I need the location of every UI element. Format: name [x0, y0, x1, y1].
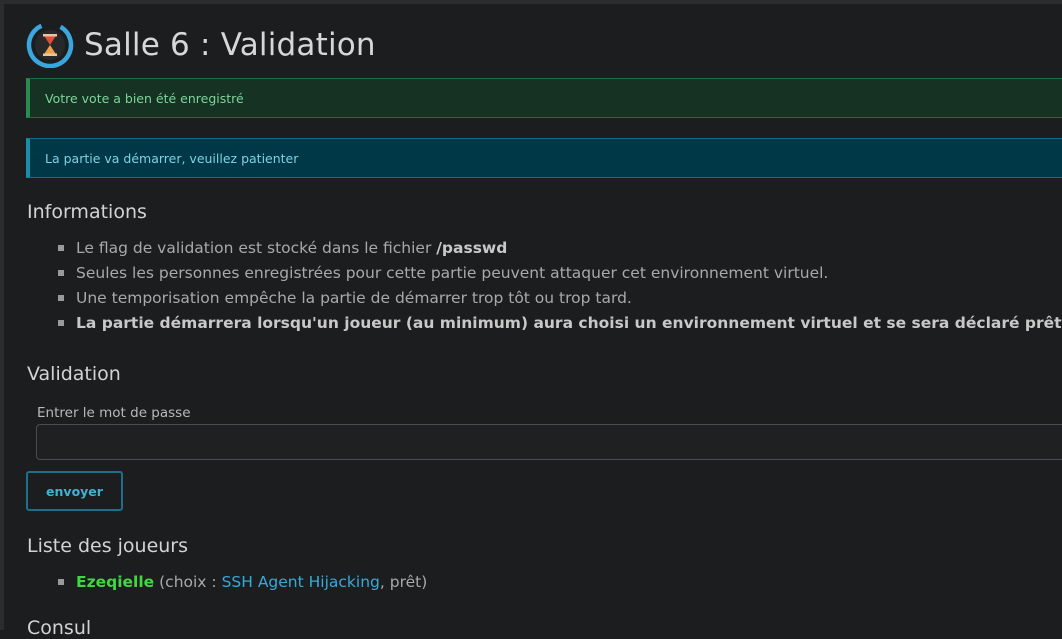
bullet-icon	[58, 579, 64, 585]
player-name: Ezeqielle	[76, 573, 155, 591]
hourglass-timer-icon	[26, 22, 74, 68]
page-title: Salle 6 : Validation	[84, 27, 376, 63]
players-heading: Liste des joueurs	[27, 535, 189, 557]
list-item: Le flag de validation est stocké dans le…	[58, 238, 1062, 263]
bullet-icon	[58, 295, 64, 301]
list-item-text: Le flag de validation est stocké dans le…	[76, 239, 437, 257]
list-item-text: Seules les personnes enregistrées pour c…	[76, 264, 829, 282]
list-item: Seules les personnes enregistrées pour c…	[58, 263, 1062, 288]
player-status: , prêt)	[379, 573, 428, 591]
submit-button[interactable]: envoyer	[26, 471, 123, 511]
player-choice-prefix: (choix :	[159, 573, 222, 591]
environment-link[interactable]: SSH Agent Hijacking	[222, 573, 380, 591]
next-section-heading: Consul	[27, 617, 92, 639]
informations-heading: Informations	[27, 201, 147, 223]
bullet-icon	[58, 320, 64, 326]
page-header: Salle 6 : Validation	[26, 22, 376, 68]
list-item: La partie démarrera lorsqu'un joueur (au…	[58, 313, 1062, 338]
password-label: Entrer le mot de passe	[37, 405, 191, 421]
player-list-item: Ezeqielle (choix : SSH Agent Hijacking, …	[58, 572, 427, 592]
list-item: Une temporisation empêche la partie de d…	[58, 288, 1062, 313]
game-starting-info-alert: La partie va démarrer, veuillez patiente…	[26, 138, 1062, 178]
players-list: Ezeqielle (choix : SSH Agent Hijacking, …	[58, 572, 427, 592]
validation-heading: Validation	[27, 363, 121, 385]
informations-list: Le flag de validation est stocké dans le…	[58, 238, 1062, 338]
bullet-icon	[58, 245, 64, 251]
vote-success-alert: Votre vote a bien été enregistré	[26, 78, 1062, 118]
flag-file-path: /passwd	[436, 239, 508, 257]
list-item-text: Une temporisation empêche la partie de d…	[76, 289, 632, 307]
password-input[interactable]	[36, 424, 1062, 460]
window-frame-top	[0, 0, 1062, 4]
window-frame-left	[0, 0, 4, 630]
start-condition-text: La partie démarrera lorsqu'un joueur (au…	[76, 314, 1062, 332]
bullet-icon	[58, 270, 64, 276]
